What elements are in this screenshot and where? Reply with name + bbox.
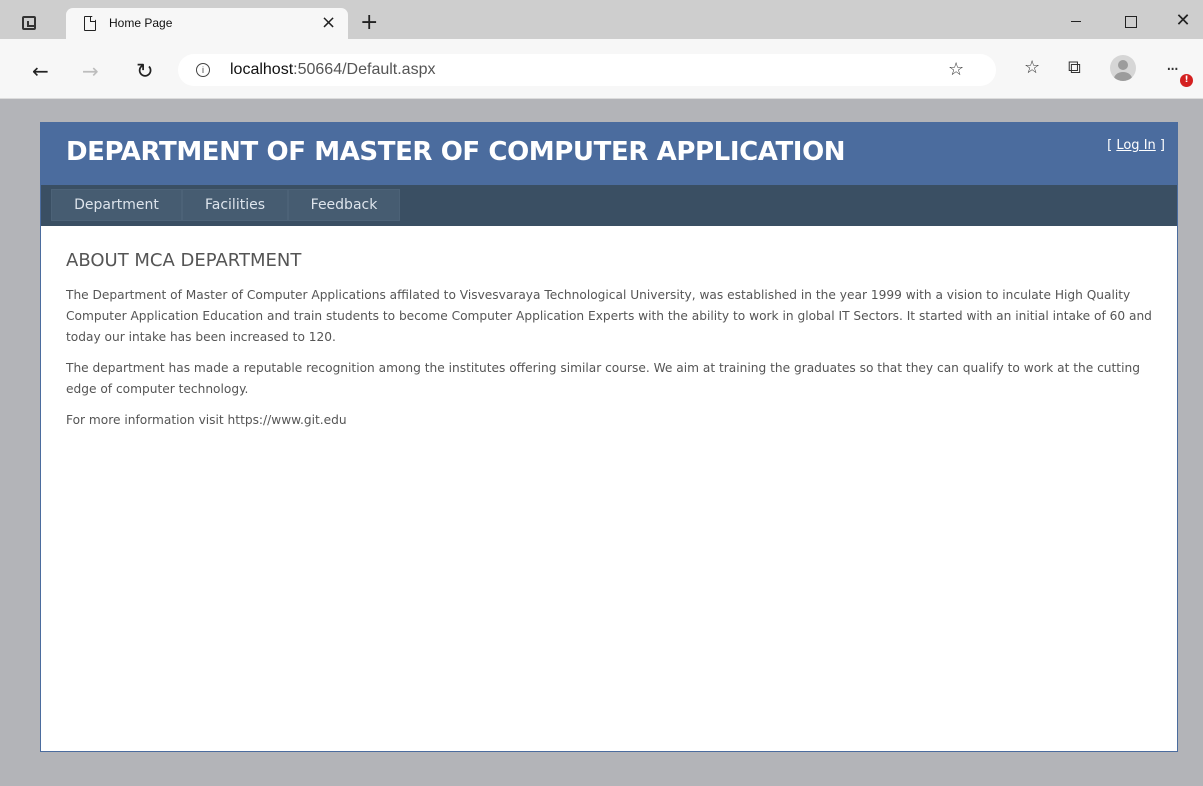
paragraph-more-info: For more information visit https://www.g… [66,413,347,427]
tab-title: Home Page [109,16,173,30]
favorites-icon[interactable]: ☆ [1024,58,1040,78]
add-favorite-icon[interactable]: ☆ [948,59,964,80]
menu-item-department[interactable]: Department [51,189,182,221]
site-header: DEPARTMENT OF MASTER OF COMPUTER APPLICA… [41,123,1177,185]
more-icon[interactable]: ··· [1166,59,1179,80]
address-bar[interactable]: i localhost:50664/Default.aspx ☆ [178,54,996,86]
login-bracket-open: [ [1107,138,1117,153]
paragraph-intro: The Department of Master of Computer App… [66,288,1152,344]
window-close-icon[interactable]: ✕ [1163,7,1203,35]
forward-icon[interactable]: → [82,61,99,81]
profile-icon[interactable] [1110,55,1136,81]
login-area: [ Log In ] [1107,138,1165,153]
minimize-icon[interactable] [1056,7,1096,35]
paragraph-recognition: The department has made a reputable reco… [66,361,1140,396]
url-text: localhost:50664/Default.aspx [230,61,435,79]
notification-badge: ! [1180,74,1193,87]
back-icon[interactable]: ← [32,61,49,81]
maximize-icon[interactable] [1110,7,1150,35]
info-icon[interactable]: i [196,63,210,77]
menu-item-feedback[interactable]: Feedback [288,189,400,221]
main-content: ABOUT MCA DEPARTMENT The Department of M… [66,226,1156,431]
site-title: DEPARTMENT OF MASTER OF COMPUTER APPLICA… [66,137,846,167]
plus-icon[interactable]: + [360,12,378,34]
page-heading: ABOUT MCA DEPARTMENT [66,250,302,271]
menu-item-facilities[interactable]: Facilities [182,189,288,221]
close-icon[interactable]: × [321,11,336,35]
login-bracket-close: ] [1155,138,1165,153]
url-host: localhost [230,61,294,78]
tab-strip: Home Page × + ✕ [0,0,1203,39]
browser-tab[interactable]: Home Page × [66,8,348,39]
collections-icon[interactable]: ⧉ [1068,58,1081,78]
url-path: :50664/Default.aspx [293,61,436,78]
browser-toolbar: ← → ↻ i localhost:50664/Default.aspx ☆ ☆… [0,39,1203,99]
tab-actions-icon[interactable] [22,16,36,30]
page-icon [84,16,96,31]
page-container: DEPARTMENT OF MASTER OF COMPUTER APPLICA… [40,122,1178,752]
nav-menu: Department Facilities Feedback [41,185,1177,226]
login-link[interactable]: Log In [1116,138,1155,153]
page-viewport: DEPARTMENT OF MASTER OF COMPUTER APPLICA… [8,100,1203,786]
refresh-icon[interactable]: ↻ [136,61,154,82]
